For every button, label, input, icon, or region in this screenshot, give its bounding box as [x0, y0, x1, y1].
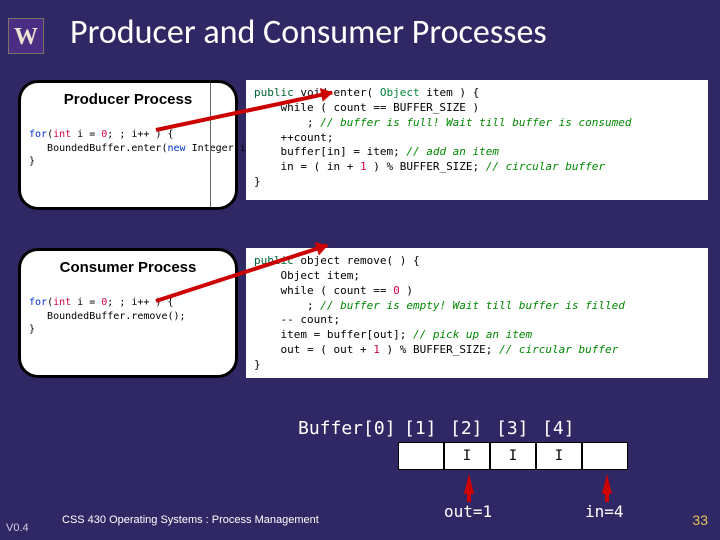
- producer-label: Producer Process: [21, 91, 235, 108]
- producer-panel: Producer Process for(int i = 0; ; i++ ) …: [18, 80, 238, 210]
- page-number: 33: [692, 512, 708, 528]
- footer-course: CSS 430 Operating Systems : Process Mana…: [62, 514, 319, 526]
- buffer-cell-1: I: [444, 442, 490, 470]
- uw-logo-icon: W: [8, 18, 44, 54]
- buffer-cell-3: I: [536, 442, 582, 470]
- footer-version: V0.4: [6, 522, 29, 534]
- in-pointer-label: in=4: [585, 502, 624, 521]
- buffer-index-0: Buffer[0]: [298, 418, 396, 439]
- out-pointer-label: out=1: [444, 502, 492, 521]
- buffer-index-1: [1]: [404, 418, 437, 439]
- buffer-cell-0: [398, 442, 444, 470]
- producer-code: for(int i = 0; ; i++ ) { BoundedBuffer.e…: [29, 128, 264, 169]
- slide-title: Producer and Consumer Processes: [70, 12, 547, 53]
- buffer-index-2: [2]: [450, 418, 483, 439]
- consumer-label: Consumer Process: [21, 259, 235, 276]
- in-arrow-icon: [602, 474, 612, 494]
- buffer-cell-4: [582, 442, 628, 470]
- buffer-cell-2: I: [490, 442, 536, 470]
- buffer-index-3: [3]: [496, 418, 529, 439]
- remove-code-panel: public object remove( ) { Object item; w…: [246, 248, 708, 378]
- out-arrow-icon: [464, 474, 474, 494]
- consumer-code: for(int i = 0; ; i++ ) { BoundedBuffer.r…: [29, 296, 186, 337]
- buffer-cells: I I I: [398, 442, 628, 470]
- divider: [210, 83, 211, 207]
- buffer-index-4: [4]: [542, 418, 575, 439]
- consumer-panel: Consumer Process for(int i = 0; ; i++ ) …: [18, 248, 238, 378]
